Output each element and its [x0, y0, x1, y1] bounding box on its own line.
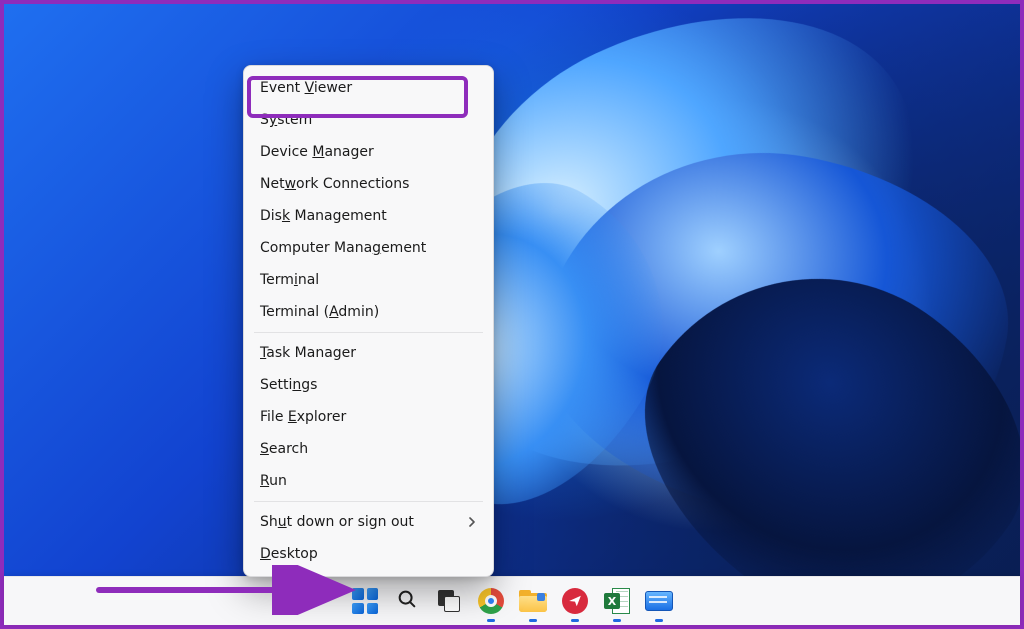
menu-item-label: Terminal (Admin): [260, 304, 379, 320]
menu-item-label: Desktop: [260, 546, 318, 562]
taskbar-search-button[interactable]: [393, 587, 421, 615]
menu-item-task-manager[interactable]: Task Manager: [244, 337, 493, 369]
running-indicator: [613, 619, 621, 622]
paper-plane-icon: [562, 588, 588, 614]
chrome-icon: [478, 588, 504, 614]
task-view-button[interactable]: [435, 587, 463, 615]
taskbar-app-blue[interactable]: [645, 587, 673, 615]
menu-item-search[interactable]: Search: [244, 433, 493, 465]
menu-item-computer-management[interactable]: Computer Management: [244, 232, 493, 264]
menu-item-event-viewer[interactable]: Event Viewer: [244, 72, 493, 104]
folder-icon: [519, 590, 547, 612]
menu-item-label: Search: [260, 441, 308, 457]
menu-item-label: System: [260, 112, 312, 128]
running-indicator: [655, 619, 663, 622]
menu-item-label: Terminal: [260, 272, 319, 288]
menu-item-settings[interactable]: Settings: [244, 369, 493, 401]
menu-item-device-manager[interactable]: Device Manager: [244, 136, 493, 168]
running-indicator: [487, 619, 495, 622]
menu-item-label: Device Manager: [260, 144, 374, 160]
taskbar: X: [4, 576, 1020, 625]
menu-item-label: Shut down or sign out: [260, 514, 414, 530]
menu-item-terminal[interactable]: Terminal: [244, 264, 493, 296]
menu-item-label: Settings: [260, 377, 317, 393]
menu-item-label: Computer Management: [260, 240, 426, 256]
excel-icon: X: [604, 588, 630, 614]
menu-separator: [254, 332, 483, 333]
menu-item-label: Task Manager: [260, 345, 356, 361]
task-view-icon: [438, 590, 460, 612]
taskbar-app-chrome[interactable]: [477, 587, 505, 615]
taskbar-app-send[interactable]: [561, 587, 589, 615]
app-window-icon: [645, 591, 673, 611]
menu-item-disk-management[interactable]: Disk Management: [244, 200, 493, 232]
running-indicator: [571, 619, 579, 622]
screenshot-frame: Event Viewer System Device Manager Network …: [0, 0, 1024, 629]
winx-power-user-menu: Event Viewer System Device Manager Network …: [243, 65, 494, 577]
menu-item-label: Network Connections: [260, 176, 409, 192]
taskbar-app-file-explorer[interactable]: [519, 587, 547, 615]
windows-logo-icon: [352, 588, 378, 614]
menu-item-network-connections[interactable]: Network Connections: [244, 168, 493, 200]
menu-item-label: Event Viewer: [260, 80, 352, 96]
menu-item-run[interactable]: Run: [244, 465, 493, 497]
menu-item-desktop[interactable]: Desktop: [244, 538, 493, 570]
menu-item-label: File Explorer: [260, 409, 346, 425]
taskbar-app-excel[interactable]: X: [603, 587, 631, 615]
menu-item-terminal-admin[interactable]: Terminal (Admin): [244, 296, 493, 328]
start-button[interactable]: [351, 587, 379, 615]
menu-item-label: Disk Management: [260, 208, 387, 224]
chevron-right-icon: [467, 517, 477, 527]
menu-item-system[interactable]: System: [244, 104, 493, 136]
running-indicator: [529, 619, 537, 622]
menu-item-file-explorer[interactable]: File Explorer: [244, 401, 493, 433]
menu-item-label: Run: [260, 473, 287, 489]
windows11-bloom-wallpaper: [4, 4, 1020, 625]
search-icon: [396, 588, 418, 614]
menu-item-shut-down-or-sign-out[interactable]: Shut down or sign out: [244, 506, 493, 538]
menu-separator: [254, 501, 483, 502]
